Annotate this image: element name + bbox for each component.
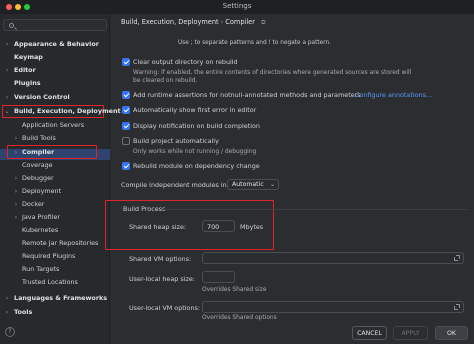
sidebar-item-keymap[interactable]: Keymap [14, 52, 43, 63]
help-icon[interactable]: ? [5, 327, 15, 337]
shared-heap-label: Shared heap size: [129, 223, 187, 231]
shared-vm-options-input[interactable] [202, 252, 464, 264]
user-vm-options-label: User-local VM options: [129, 304, 200, 312]
shared-heap-value: 700 [207, 222, 220, 231]
chevron-down-icon: ⌄ [269, 181, 275, 188]
settings-search-input[interactable] [3, 19, 107, 31]
sidebar-item-deployment[interactable]: Deployment [22, 186, 61, 197]
user-heap-input[interactable] [202, 271, 235, 283]
rebuild-on-change-checkbox[interactable] [122, 162, 130, 170]
settings-sidebar: › Appearance & Behavior Keymap › Editor … [0, 14, 121, 344]
parallel-select-value: Automatic [232, 181, 264, 188]
sidebar-item-run-targets[interactable]: Run Targets [22, 264, 59, 275]
clear-output-label: Clear output directory on rebuild [133, 58, 238, 66]
notify-completion-checkbox[interactable] [122, 122, 130, 130]
chevron-right-icon[interactable]: › [4, 39, 10, 50]
window-title: Settings [222, 2, 252, 10]
runtime-assertions-label: Add runtime assertions for notnull-annot… [133, 91, 361, 99]
breadcrumb-parent[interactable]: Build, Execution, Deployment [121, 18, 219, 26]
show-first-error-label: Automatically show first error in editor [133, 106, 257, 114]
runtime-assertions-checkbox[interactable] [122, 91, 130, 99]
project-scope-icon: ⧉ [261, 19, 266, 26]
search-icon [9, 23, 14, 28]
clear-output-warning-2: be cleared on rebuild. [133, 78, 198, 84]
user-vm-options-input[interactable] [202, 301, 464, 313]
chevron-right-icon[interactable]: › [4, 92, 10, 103]
show-first-error-checkbox[interactable] [122, 106, 130, 114]
sidebar-item-editor[interactable]: Editor [14, 65, 36, 76]
apply-button[interactable]: APPLY [393, 326, 428, 340]
sidebar-item-appearance[interactable]: Appearance & Behavior [14, 39, 99, 50]
build-automatically-checkbox[interactable] [122, 137, 130, 145]
breadcrumb-current: Compiler [225, 18, 255, 26]
sidebar-item-languages-frameworks[interactable]: Languages & Frameworks [14, 293, 107, 304]
build-process-title: Build Process [123, 205, 166, 213]
sidebar-item-kubernetes[interactable]: Kubernetes [22, 225, 58, 236]
expand-icon[interactable] [454, 255, 460, 261]
parallel-select[interactable]: Automatic ⌄ [227, 179, 279, 190]
sidebar-item-java-profiler[interactable]: Java Profiler [22, 212, 60, 223]
sidebar-item-compiler[interactable]: Compiler [22, 147, 54, 158]
chevron-right-icon[interactable]: › [13, 173, 19, 184]
sidebar-item-plugins[interactable]: Plugins [14, 78, 41, 89]
ok-button[interactable]: OK [435, 326, 468, 340]
chevron-right-icon[interactable]: › [13, 147, 19, 158]
clear-output-checkbox[interactable] [122, 58, 130, 66]
notify-completion-label: Display notification on build completion [133, 122, 260, 130]
breadcrumb: Build, Execution, Deployment › Compiler ⧉ [121, 18, 265, 27]
sidebar-item-required-plugins[interactable]: Required Plugins [22, 251, 75, 262]
user-heap-note: Overrides Shared size [202, 287, 267, 293]
chevron-right-icon[interactable]: › [13, 186, 19, 197]
build-automatically-note: Only works while not running / debugging [133, 149, 257, 155]
chevron-right-icon[interactable]: › [4, 293, 10, 304]
sidebar-item-build-execution-deployment[interactable]: Build, Execution, Deployment [14, 106, 121, 117]
chevron-right-icon[interactable]: › [4, 307, 10, 318]
sidebar-item-debugger[interactable]: Debugger [22, 173, 54, 184]
shared-heap-input[interactable]: 700 [202, 220, 235, 232]
compiler-settings-panel: Build, Execution, Deployment › Compiler ⧉ … [105, 14, 474, 344]
build-automatically-label: Build project automatically [133, 137, 219, 145]
sidebar-item-tools[interactable]: Tools [14, 307, 32, 318]
sidebar-item-version-control[interactable]: Version Control [14, 92, 70, 103]
user-heap-label: User-local heap size: [129, 275, 195, 283]
sidebar-item-build-tools[interactable]: Build Tools [22, 133, 56, 144]
clear-output-warning: Warning: if enabled, the entire contents… [133, 70, 412, 76]
cancel-button[interactable]: CANCEL [352, 326, 387, 340]
shared-vm-options-label: Shared VM options: [129, 255, 192, 263]
shared-heap-unit: Mbytes [240, 223, 264, 231]
sidebar-item-coverage[interactable]: Coverage [22, 160, 53, 171]
rebuild-on-change-label: Rebuild module on dependency change [133, 162, 260, 170]
pattern-hint: Use ; to separate patterns and ! to nega… [178, 40, 331, 46]
chevron-right-icon[interactable]: › [4, 65, 10, 76]
chevron-right-icon[interactable]: › [13, 212, 19, 223]
section-divider [163, 209, 468, 210]
sidebar-item-application-servers[interactable]: Application Servers [22, 120, 84, 131]
title-bar: Settings [0, 0, 474, 14]
sidebar-item-remote-jar-repositories[interactable]: Remote Jar Repositories [22, 238, 98, 249]
configure-annotations-link[interactable]: Configure annotations... [355, 91, 432, 99]
expand-icon[interactable] [454, 304, 460, 310]
sidebar-item-trusted-locations[interactable]: Trusted Locations [22, 277, 78, 288]
chevron-right-icon[interactable]: › [13, 133, 19, 144]
chevron-right-icon[interactable]: › [13, 199, 19, 210]
sidebar-item-docker[interactable]: Docker [22, 199, 44, 210]
user-vm-options-note: Overrides Shared options [202, 315, 277, 321]
chevron-down-icon[interactable]: ⌄ [4, 106, 10, 117]
